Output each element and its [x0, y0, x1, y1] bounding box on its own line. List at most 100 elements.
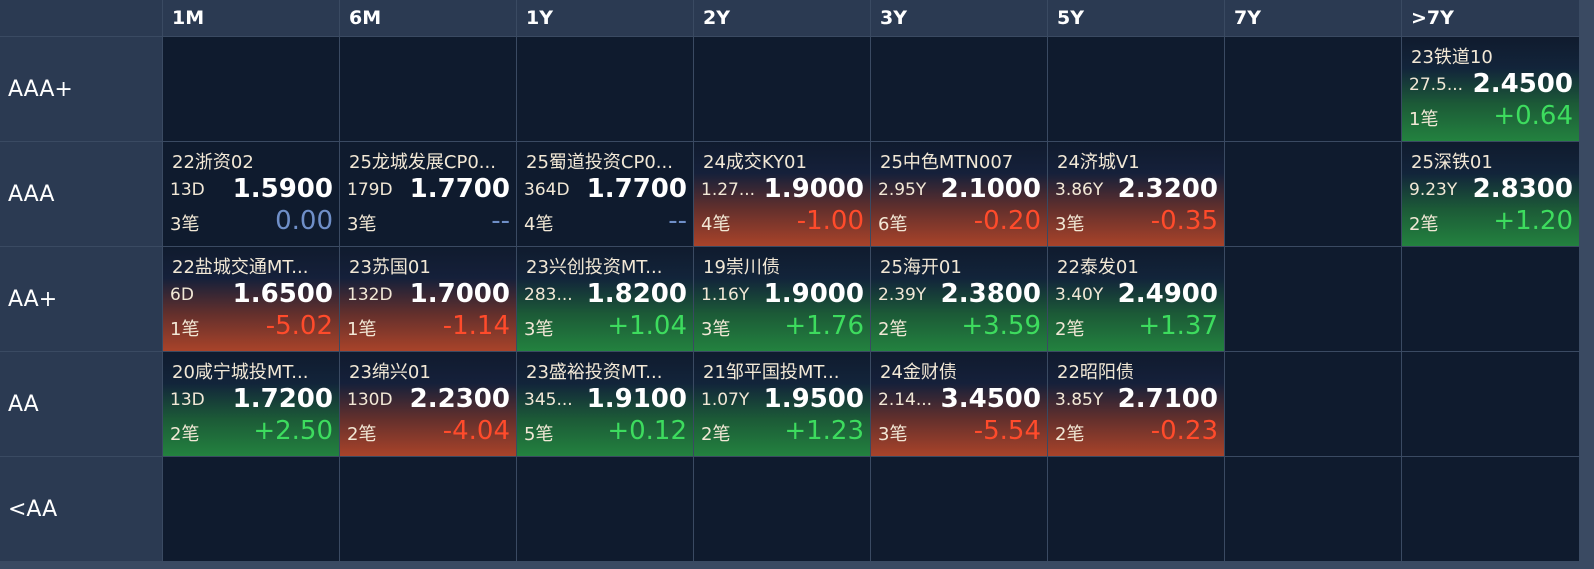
empty-cell [1225, 352, 1401, 456]
remaining-tenor: 1.27... [701, 180, 756, 200]
bond-name: 22盐城交通MT... [172, 257, 309, 278]
empty-cell [340, 37, 516, 141]
trade-count: 4笔 [524, 214, 554, 235]
remaining-tenor: 3.86Y [1055, 180, 1104, 200]
bond-quote-cell[interactable]: 20咸宁城投MT... 13D 1.7200 2笔 +2.50 [163, 352, 339, 456]
empty-cell [1048, 37, 1224, 141]
yield-value: 2.2300 [409, 384, 510, 414]
remaining-tenor: 345... [524, 390, 573, 410]
bond-quote-cell[interactable]: 22浙资02 13D 1.5900 3笔 0.00 [163, 142, 339, 246]
remaining-tenor: 2.14... [878, 390, 933, 410]
remaining-tenor: 1.07Y [701, 390, 750, 410]
yield-value: 2.3200 [1117, 174, 1218, 204]
row-label-rating: AA+ [0, 247, 162, 351]
bond-quote-cell[interactable]: 24济城V1 3.86Y 2.3200 3笔 -0.35 [1048, 142, 1224, 246]
column-header-1[interactable]: 1M [163, 0, 339, 36]
bond-name: 21邹平国投MT... [703, 362, 840, 383]
remaining-tenor: 3.85Y [1055, 390, 1104, 410]
bond-quote-cell[interactable]: 23盛裕投资MT... 345... 1.9100 5笔 +0.12 [517, 352, 693, 456]
yield-value: 1.7000 [409, 279, 510, 309]
yield-value: 2.1000 [940, 174, 1041, 204]
yield-value: 1.5900 [232, 174, 333, 204]
yield-value: 2.8300 [1472, 174, 1573, 204]
bond-quote-cell[interactable]: 25龙城发展CP0... 179D 1.7700 3笔 -- [340, 142, 516, 246]
remaining-tenor: 2.39Y [878, 285, 927, 305]
bond-quote-cell[interactable]: 22昭阳债 3.85Y 2.7100 2笔 -0.23 [1048, 352, 1224, 456]
yield-change-bp: +0.64 [1493, 101, 1573, 131]
bond-quote-cell[interactable]: 25海开01 2.39Y 2.3800 2笔 +3.59 [871, 247, 1047, 351]
yield-change-bp: -0.35 [1150, 206, 1218, 236]
empty-cell [163, 37, 339, 141]
row-label-rating: AAA [0, 142, 162, 246]
yield-change-bp: -- [491, 206, 510, 236]
remaining-tenor: 13D [170, 390, 205, 410]
trade-count: 2笔 [1055, 424, 1085, 445]
remaining-tenor: 130D [347, 390, 393, 410]
yield-change-bp: -5.54 [973, 416, 1041, 446]
yield-value: 1.7200 [232, 384, 333, 414]
row-label-rating: <AA [0, 457, 162, 561]
bond-quote-cell[interactable]: 25中色MTN007 2.95Y 2.1000 6笔 -0.20 [871, 142, 1047, 246]
column-header-4[interactable]: 2Y [694, 0, 870, 36]
bond-name: 22浙资02 [172, 152, 254, 173]
bond-quote-cell[interactable]: 22泰发01 3.40Y 2.4900 2笔 +1.37 [1048, 247, 1224, 351]
yield-value: 1.7700 [586, 174, 687, 204]
empty-cell [163, 457, 339, 561]
bond-quote-cell[interactable]: 21邹平国投MT... 1.07Y 1.9500 2笔 +1.23 [694, 352, 870, 456]
column-header-7[interactable]: 7Y [1225, 0, 1401, 36]
bond-quote-cell[interactable]: 24成交KY01 1.27... 1.9000 4笔 -1.00 [694, 142, 870, 246]
yield-change-bp: +1.37 [1138, 311, 1218, 341]
bond-quote-cell[interactable]: 23兴创投资MT... 283... 1.8200 3笔 +1.04 [517, 247, 693, 351]
bond-name: 25中色MTN007 [880, 152, 1014, 173]
trade-count: 2笔 [170, 424, 200, 445]
grid-corner [0, 0, 162, 36]
row-label-rating: AA [0, 352, 162, 456]
trade-count: 1笔 [170, 319, 200, 340]
yield-value: 1.9100 [586, 384, 687, 414]
yield-change-bp: +1.04 [607, 311, 687, 341]
remaining-tenor: 13D [170, 180, 205, 200]
bond-quote-cell[interactable]: 23铁道10 27.5... 2.4500 1笔 +0.64 [1402, 37, 1579, 141]
column-header-3[interactable]: 1Y [517, 0, 693, 36]
yield-value: 2.7100 [1117, 384, 1218, 414]
column-header-5[interactable]: 3Y [871, 0, 1047, 36]
remaining-tenor: 364D [524, 180, 570, 200]
trade-count: 3笔 [170, 214, 200, 235]
trade-count: 2笔 [1055, 319, 1085, 340]
yield-change-bp: -1.14 [442, 311, 510, 341]
trade-count: 3笔 [347, 214, 377, 235]
yield-change-bp: +0.12 [607, 416, 687, 446]
bond-name: 23铁道10 [1411, 47, 1493, 68]
bond-quote-cell[interactable]: 22盐城交通MT... 6D 1.6500 1笔 -5.02 [163, 247, 339, 351]
column-header-6[interactable]: 5Y [1048, 0, 1224, 36]
column-header-8[interactable]: >7Y [1402, 0, 1579, 36]
yield-change-bp: -5.02 [265, 311, 333, 341]
yield-value: 2.4900 [1117, 279, 1218, 309]
trade-count: 1笔 [347, 319, 377, 340]
empty-cell [1225, 37, 1401, 141]
yield-change-bp: +1.20 [1493, 206, 1573, 236]
trade-count: 2笔 [878, 319, 908, 340]
empty-cell [871, 457, 1047, 561]
bond-quote-cell[interactable]: 23绵兴01 130D 2.2300 2笔 -4.04 [340, 352, 516, 456]
bond-quote-cell[interactable]: 24金财债 2.14... 3.4500 3笔 -5.54 [871, 352, 1047, 456]
bond-name: 23绵兴01 [349, 362, 431, 383]
bond-name: 22泰发01 [1057, 257, 1139, 278]
remaining-tenor: 6D [170, 285, 194, 305]
rating-tenor-grid: 1M 6M 1Y 2Y 3Y 5Y 7Y >7Y AAA+ 23铁道10 27.5... 2.4500… [0, 0, 1594, 569]
column-header-2[interactable]: 6M [340, 0, 516, 36]
yield-value: 2.3800 [940, 279, 1041, 309]
bond-quote-cell[interactable]: 25深铁01 9.23Y 2.8300 2笔 +1.20 [1402, 142, 1579, 246]
remaining-tenor: 179D [347, 180, 393, 200]
yield-value: 1.9000 [763, 174, 864, 204]
remaining-tenor: 2.95Y [878, 180, 927, 200]
bond-quote-cell[interactable]: 25蜀道投资CP0... 364D 1.7700 4笔 -- [517, 142, 693, 246]
yield-change-bp: +1.23 [784, 416, 864, 446]
empty-cell [694, 37, 870, 141]
bond-name: 23苏国01 [349, 257, 431, 278]
remaining-tenor: 1.16Y [701, 285, 750, 305]
bond-name: 19崇川债 [703, 257, 780, 278]
trade-count: 2笔 [701, 424, 731, 445]
bond-quote-cell[interactable]: 23苏国01 132D 1.7000 1笔 -1.14 [340, 247, 516, 351]
bond-quote-cell[interactable]: 19崇川债 1.16Y 1.9000 3笔 +1.76 [694, 247, 870, 351]
